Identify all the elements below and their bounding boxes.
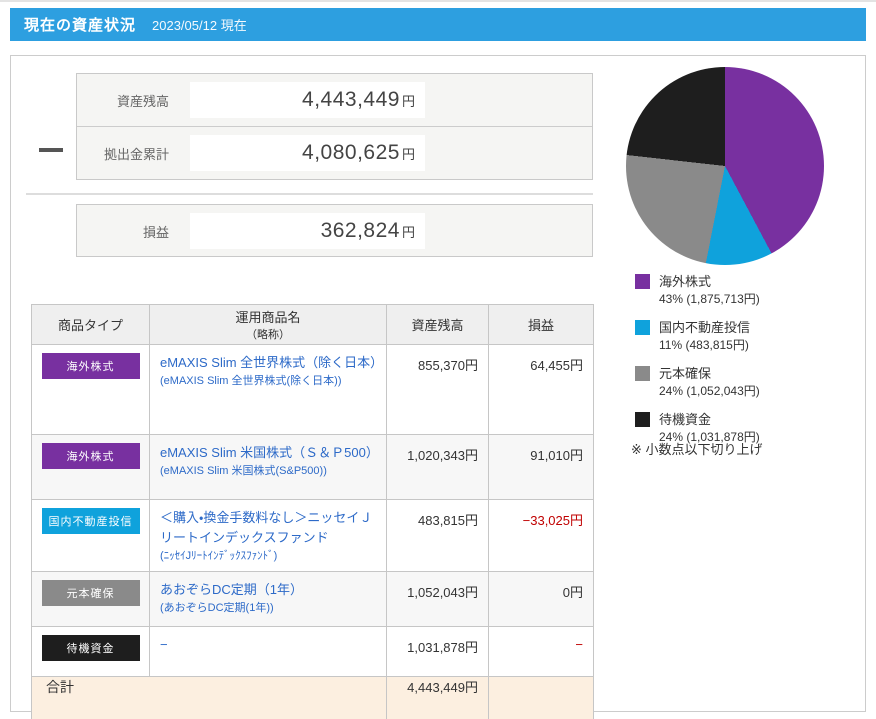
rounding-note: ※ 小数点以下切り上げ — [631, 442, 763, 457]
table-row: 国内不動産投信 ＜購入・換金手数料なし＞ニッセイＪリートインデックスファンド (… — [31, 498, 594, 573]
as-of-date: 2023/05/12 現在 — [152, 18, 247, 33]
products-table: 商品タイプ 運用商品名 （略称） 資産残高 損益 海外株式 eMAXIS Sli… — [31, 304, 594, 719]
profit-row: 損益 362,824 円 — [77, 205, 592, 257]
subtraction-line — [26, 193, 593, 195]
balance-cell: 1,052,043円 — [386, 571, 489, 628]
profit-cell: 91,010円 — [488, 434, 594, 500]
product-short-name: (eMAXIS Slim 全世界株式(除く日本)) — [160, 375, 342, 388]
legend-percent: 11% — [659, 337, 683, 352]
asset-allocation-pie-chart — [626, 67, 824, 265]
balance-cell: 1,031,878円 — [386, 626, 489, 678]
col-header-product-type: 商品タイプ — [31, 304, 150, 345]
legend-amount: (1,875,713円) — [686, 291, 760, 306]
asset-balance-row: 資産残高 4,443,449 円 — [77, 74, 592, 126]
contribution-total-row: 拠出金累計 4,080,625 円 — [77, 126, 592, 179]
legend-label: 待機資金 — [659, 412, 712, 427]
profit-value: 362,824 円 — [190, 213, 425, 249]
legend-item-principal-protected: 元本確保 24% (1,052,043円) — [635, 365, 760, 399]
col-header-profit: 損益 — [488, 304, 594, 345]
page-title: 現在の資産状況 — [24, 17, 137, 34]
table-row: 待機資金 − 1,031,878円 − — [31, 626, 594, 678]
product-type-badge: 国内不動産投信 — [41, 508, 140, 534]
legend-label: 海外株式 — [659, 274, 712, 289]
asset-status-page: 現在の資産状況 2023/05/12 現在 資産残高 4,443,449 円 拠… — [0, 0, 876, 719]
product-name-placeholder: − — [160, 637, 168, 653]
col-header-balance: 資産残高 — [386, 304, 489, 345]
table-row: 海外株式 eMAXIS Slim 米国株式（Ｓ＆Ｐ500） (eMAXIS Sl… — [31, 434, 594, 500]
asset-balance-label: 資産残高 — [116, 93, 169, 109]
product-short-name: (ﾆｯｾｲJﾘｰﾄｲﾝﾃﾞｯｸｽﾌｧﾝﾄﾞ) — [160, 550, 278, 563]
legend-label: 国内不動産投信 — [659, 320, 751, 335]
minus-operator-icon — [39, 148, 63, 152]
profit-cell: 0円 — [488, 571, 594, 628]
legend-swatch-overseas-equity — [635, 274, 650, 289]
profit-summary-box: 損益 362,824 円 — [76, 204, 593, 257]
balance-summary-box: 資産残高 4,443,449 円 拠出金累計 4,080,625 円 — [76, 73, 593, 180]
contribution-total-label: 拠出金累計 — [103, 146, 169, 162]
table-total-row: 合計 4,443,449円 — [31, 676, 594, 719]
col-header-product-name: 運用商品名 （略称） — [149, 304, 387, 345]
table-row: 海外株式 eMAXIS Slim 全世界株式（除く日本） (eMAXIS Sli… — [31, 344, 594, 435]
page-top-divider — [0, 0, 876, 2]
asset-balance-unit: 円 — [401, 93, 415, 109]
total-profit-cell — [488, 676, 594, 719]
section-header: 現在の資産状況 2023/05/12 現在 — [10, 8, 866, 41]
profit-cell: − — [488, 626, 594, 678]
table-row: 元本確保 あおぞらDC定期（1年） (あおぞらDC定期(1年)) 1,052,0… — [31, 571, 594, 628]
legend-percent: 43% — [659, 291, 684, 306]
total-balance-cell: 4,443,449円 — [386, 676, 489, 719]
profit-cell: 64,455円 — [488, 344, 594, 435]
contribution-total-value: 4,080,625 円 — [190, 135, 425, 171]
asset-balance-value: 4,443,449 円 — [190, 82, 425, 118]
product-short-name: (あおぞらDC定期(1年)) — [160, 602, 274, 615]
legend-label: 元本確保 — [659, 366, 712, 381]
legend-amount: (483,815円) — [685, 337, 749, 352]
product-type-badge: 待機資金 — [41, 635, 140, 662]
contribution-total-amount: 4,080,625 — [302, 141, 400, 164]
product-name-link[interactable]: eMAXIS Slim 全世界株式（除く日本） — [160, 353, 383, 373]
legend-swatch-principal-protected — [635, 366, 650, 381]
product-short-name: (eMAXIS Slim 米国株式(S&P500)) — [160, 465, 327, 478]
product-type-badge: 海外株式 — [41, 443, 140, 469]
product-type-badge: 元本確保 — [41, 580, 140, 607]
legend-swatch-domestic-reit — [635, 320, 650, 335]
product-name-link[interactable]: ＜購入・換金手数料なし＞ニッセイＪリートインデックスファンド — [160, 508, 378, 548]
balance-cell: 483,815円 — [386, 498, 489, 573]
legend-amount: (1,052,043円) — [686, 383, 760, 398]
balance-cell: 1,020,343円 — [386, 434, 489, 500]
balance-cell: 855,370円 — [386, 344, 489, 435]
legend-percent: 24% — [659, 383, 684, 398]
content-panel: 資産残高 4,443,449 円 拠出金累計 4,080,625 円 損益 36… — [10, 55, 866, 719]
table-header-row: 商品タイプ 運用商品名 （略称） 資産残高 損益 — [31, 304, 594, 345]
asset-balance-amount: 4,443,449 — [302, 88, 400, 111]
profit-amount: 362,824 — [320, 219, 400, 242]
profit-unit: 円 — [401, 224, 415, 240]
legend-item-overseas-equity: 海外株式 43% (1,875,713円) — [635, 273, 760, 307]
legend-swatch-standby-funds — [635, 412, 650, 427]
profit-cell: −33,025円 — [488, 498, 594, 573]
contribution-total-unit: 円 — [401, 146, 415, 162]
legend-item-domestic-reit: 国内不動産投信 11% (483,815円) — [635, 319, 750, 353]
product-name-link[interactable]: eMAXIS Slim 米国株式（Ｓ＆Ｐ500） — [160, 443, 379, 463]
product-type-badge: 海外株式 — [41, 353, 140, 379]
total-label: 合計 — [31, 676, 387, 719]
profit-label: 損益 — [142, 224, 169, 240]
product-name-link[interactable]: あおぞらDC定期（1年） — [160, 580, 378, 600]
